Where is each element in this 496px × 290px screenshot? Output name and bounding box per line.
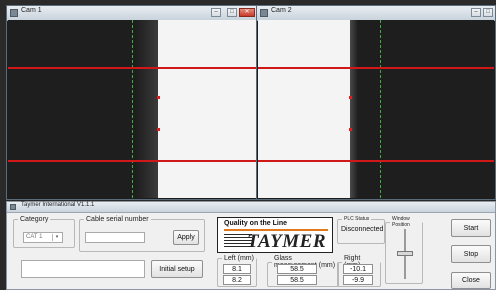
cable-serial-input[interactable] <box>85 232 145 243</box>
guide-line <box>132 20 133 198</box>
chevron-down-icon: ▾ <box>52 234 61 241</box>
glass-value-1: 58.5 <box>277 264 317 274</box>
right-value-1: -10.1 <box>343 264 373 274</box>
edge-marker <box>157 128 160 131</box>
plc-status-label: PLC Status <box>344 216 370 222</box>
maximize-button[interactable]: □ <box>483 8 493 17</box>
minimize-button[interactable]: – <box>471 8 481 17</box>
upper-limit-line <box>258 67 494 69</box>
edge-marker <box>349 96 352 99</box>
cable-serial-label: Cable serial number <box>86 216 149 223</box>
maximize-button[interactable]: □ <box>227 8 237 17</box>
stop-label: Stop <box>463 250 479 258</box>
category-label: Category <box>20 216 49 223</box>
apply-label: Apply <box>177 234 195 241</box>
window-icon <box>260 9 268 17</box>
edge-shade <box>136 20 158 198</box>
plc-status-value: Disconnected <box>341 226 384 233</box>
apply-button[interactable]: Apply <box>173 230 199 245</box>
status-text-field[interactable] <box>21 260 145 278</box>
category-select[interactable]: CAT 1 ▾ <box>23 232 63 243</box>
camera-1-feed <box>8 20 256 198</box>
close-window-button[interactable]: ✕ <box>239 8 255 17</box>
upper-limit-line <box>8 67 256 69</box>
camera-1-title: Cam 1 <box>21 7 42 14</box>
app-icon <box>10 204 16 210</box>
window-position-label: Window Position <box>392 216 410 228</box>
start-button[interactable]: Start <box>451 219 491 237</box>
left-value-1: 8.1 <box>223 264 251 274</box>
camera-2-window: Cam 2 – □ <box>256 5 496 200</box>
window-icon <box>10 9 18 17</box>
edge-marker <box>157 96 160 99</box>
right-value-2: -9.9 <box>343 275 373 285</box>
left-mm-label: Left (mm) <box>224 255 254 262</box>
camera-1-titlebar[interactable]: Cam 1 – □ ✕ <box>7 6 257 21</box>
logo-brand: TAYMER <box>246 231 326 252</box>
lower-limit-line <box>258 160 494 162</box>
lower-limit-line <box>8 160 256 162</box>
camera-2-title: Cam 2 <box>271 7 292 14</box>
stop-button[interactable]: Stop <box>451 245 491 263</box>
start-label: Start <box>463 224 479 232</box>
camera-2-titlebar[interactable]: Cam 2 – □ <box>257 6 495 21</box>
category-value: CAT 1 <box>26 234 43 240</box>
control-title: Taymer International V1.1.1 <box>21 202 95 208</box>
close-label: Close <box>462 277 480 284</box>
guide-line <box>380 20 381 198</box>
initial-setup-button[interactable]: Initial setup <box>151 260 203 278</box>
initial-setup-label: Initial setup <box>159 265 195 273</box>
logo-tagline: Quality on the Line <box>224 220 288 227</box>
glass-value-2: 58.5 <box>277 275 317 285</box>
glass-panel <box>258 20 350 198</box>
control-panel-window: Taymer International V1.1.1 Category CAT… <box>6 201 496 290</box>
camera-2-feed <box>258 20 494 198</box>
glass-panel <box>158 20 256 198</box>
minimize-button[interactable]: – <box>211 8 221 17</box>
camera-1-window: Cam 1 – □ ✕ <box>6 5 258 200</box>
left-value-2: 8.2 <box>223 275 251 285</box>
close-button[interactable]: Close <box>451 272 491 289</box>
edge-marker <box>349 128 352 131</box>
control-titlebar[interactable]: Taymer International V1.1.1 <box>7 202 495 213</box>
edge-shade <box>350 20 358 198</box>
taymer-logo: Quality on the Line TAYMER <box>217 217 333 253</box>
window-position-thumb[interactable] <box>397 251 413 256</box>
